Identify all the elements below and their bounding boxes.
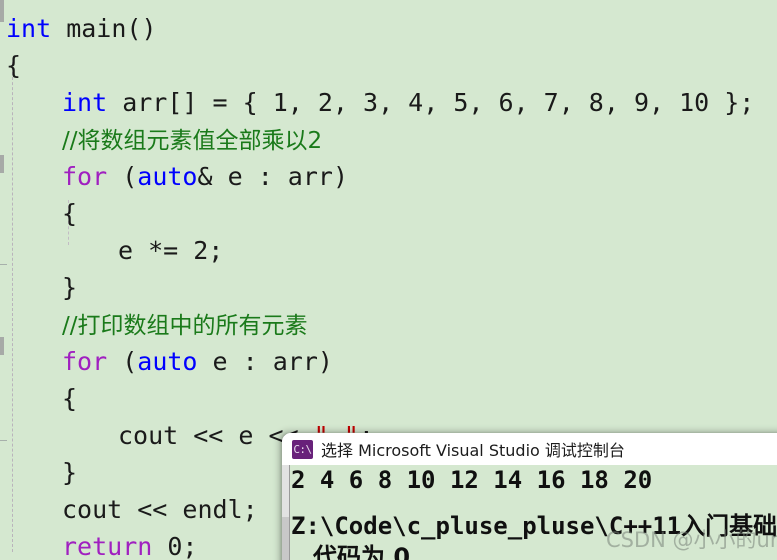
code-token-plain: ( xyxy=(107,162,138,191)
console-path-line: Z:\Code\c_pluse_pluse\C++11入门基础 xyxy=(291,512,777,540)
code-token-kw: int xyxy=(6,14,52,43)
code-token-plain: & e : arr) xyxy=(197,162,348,191)
console-window[interactable]: C:\ 选择 Microsoft Visual Studio 调试控制台 2 4… xyxy=(282,433,777,560)
code-token-plain: cout << endl; xyxy=(62,495,258,524)
code-token-plain: } xyxy=(62,273,78,302)
code-line[interactable]: } xyxy=(0,269,777,306)
console-tail-line: 代码为 0 xyxy=(313,543,411,560)
console-scrollbar-thumb[interactable] xyxy=(282,465,289,517)
code-token-plain: { xyxy=(62,199,78,228)
code-line[interactable]: //将数组元素值全部乘以2 xyxy=(0,121,777,158)
code-token-ctl: for xyxy=(62,162,108,191)
code-line[interactable]: //打印数组中的所有元素 xyxy=(0,306,777,343)
code-token-kw: auto xyxy=(137,162,198,191)
console-output-area[interactable]: 2 4 6 8 10 12 14 16 18 20 Z:\Code\c_plus… xyxy=(282,465,777,560)
code-line[interactable]: int main() xyxy=(0,10,777,47)
code-token-cmt: //将数组元素值全部乘以2 xyxy=(62,128,323,154)
code-token-ctl: return xyxy=(62,532,153,560)
code-token-cmt: //打印数组中的所有元素 xyxy=(62,313,308,339)
code-token-ctl: for xyxy=(62,347,108,376)
code-token-plain: e *= 2; xyxy=(118,236,224,265)
code-line[interactable]: e *= 2; xyxy=(0,232,777,269)
console-output-line: 2 4 6 8 10 12 14 16 18 20 xyxy=(291,466,653,494)
code-line[interactable]: int arr[] = { 1, 2, 3, 4, 5, 6, 7, 8, 9,… xyxy=(0,84,777,121)
code-token-plain: 0; xyxy=(152,532,198,560)
code-token-plain: arr[] = { 1, 2, 3, 4, 5, 6, 7, 8, 9, 10 … xyxy=(107,88,755,117)
console-title-bar[interactable]: C:\ 选择 Microsoft Visual Studio 调试控制台 xyxy=(282,433,777,465)
code-token-plain: { xyxy=(6,51,22,80)
code-token-plain: main() xyxy=(51,14,157,43)
console-title-text: 选择 Microsoft Visual Studio 调试控制台 xyxy=(321,441,625,460)
console-text-lines: 2 4 6 8 10 12 14 16 18 20 Z:\Code\c_plus… xyxy=(291,465,777,560)
code-token-plain: { xyxy=(62,384,78,413)
code-token-plain: e : arr) xyxy=(197,347,333,376)
code-token-kw: auto xyxy=(137,347,198,376)
console-app-icon: C:\ xyxy=(292,439,313,459)
code-line[interactable]: { xyxy=(0,195,777,232)
code-line[interactable]: { xyxy=(0,47,777,84)
code-token-plain: ( xyxy=(107,347,138,376)
code-token-plain: } xyxy=(62,458,78,487)
code-line[interactable]: { xyxy=(0,380,777,417)
code-line[interactable]: for (auto e : arr) xyxy=(0,343,777,380)
console-scrollbar[interactable] xyxy=(282,465,290,560)
code-line[interactable]: for (auto& e : arr) xyxy=(0,158,777,195)
screenshot-root: int main() { int arr[] = { 1, 2, 3, 4, 5, … xyxy=(0,0,777,560)
code-token-kw: int xyxy=(62,88,108,117)
